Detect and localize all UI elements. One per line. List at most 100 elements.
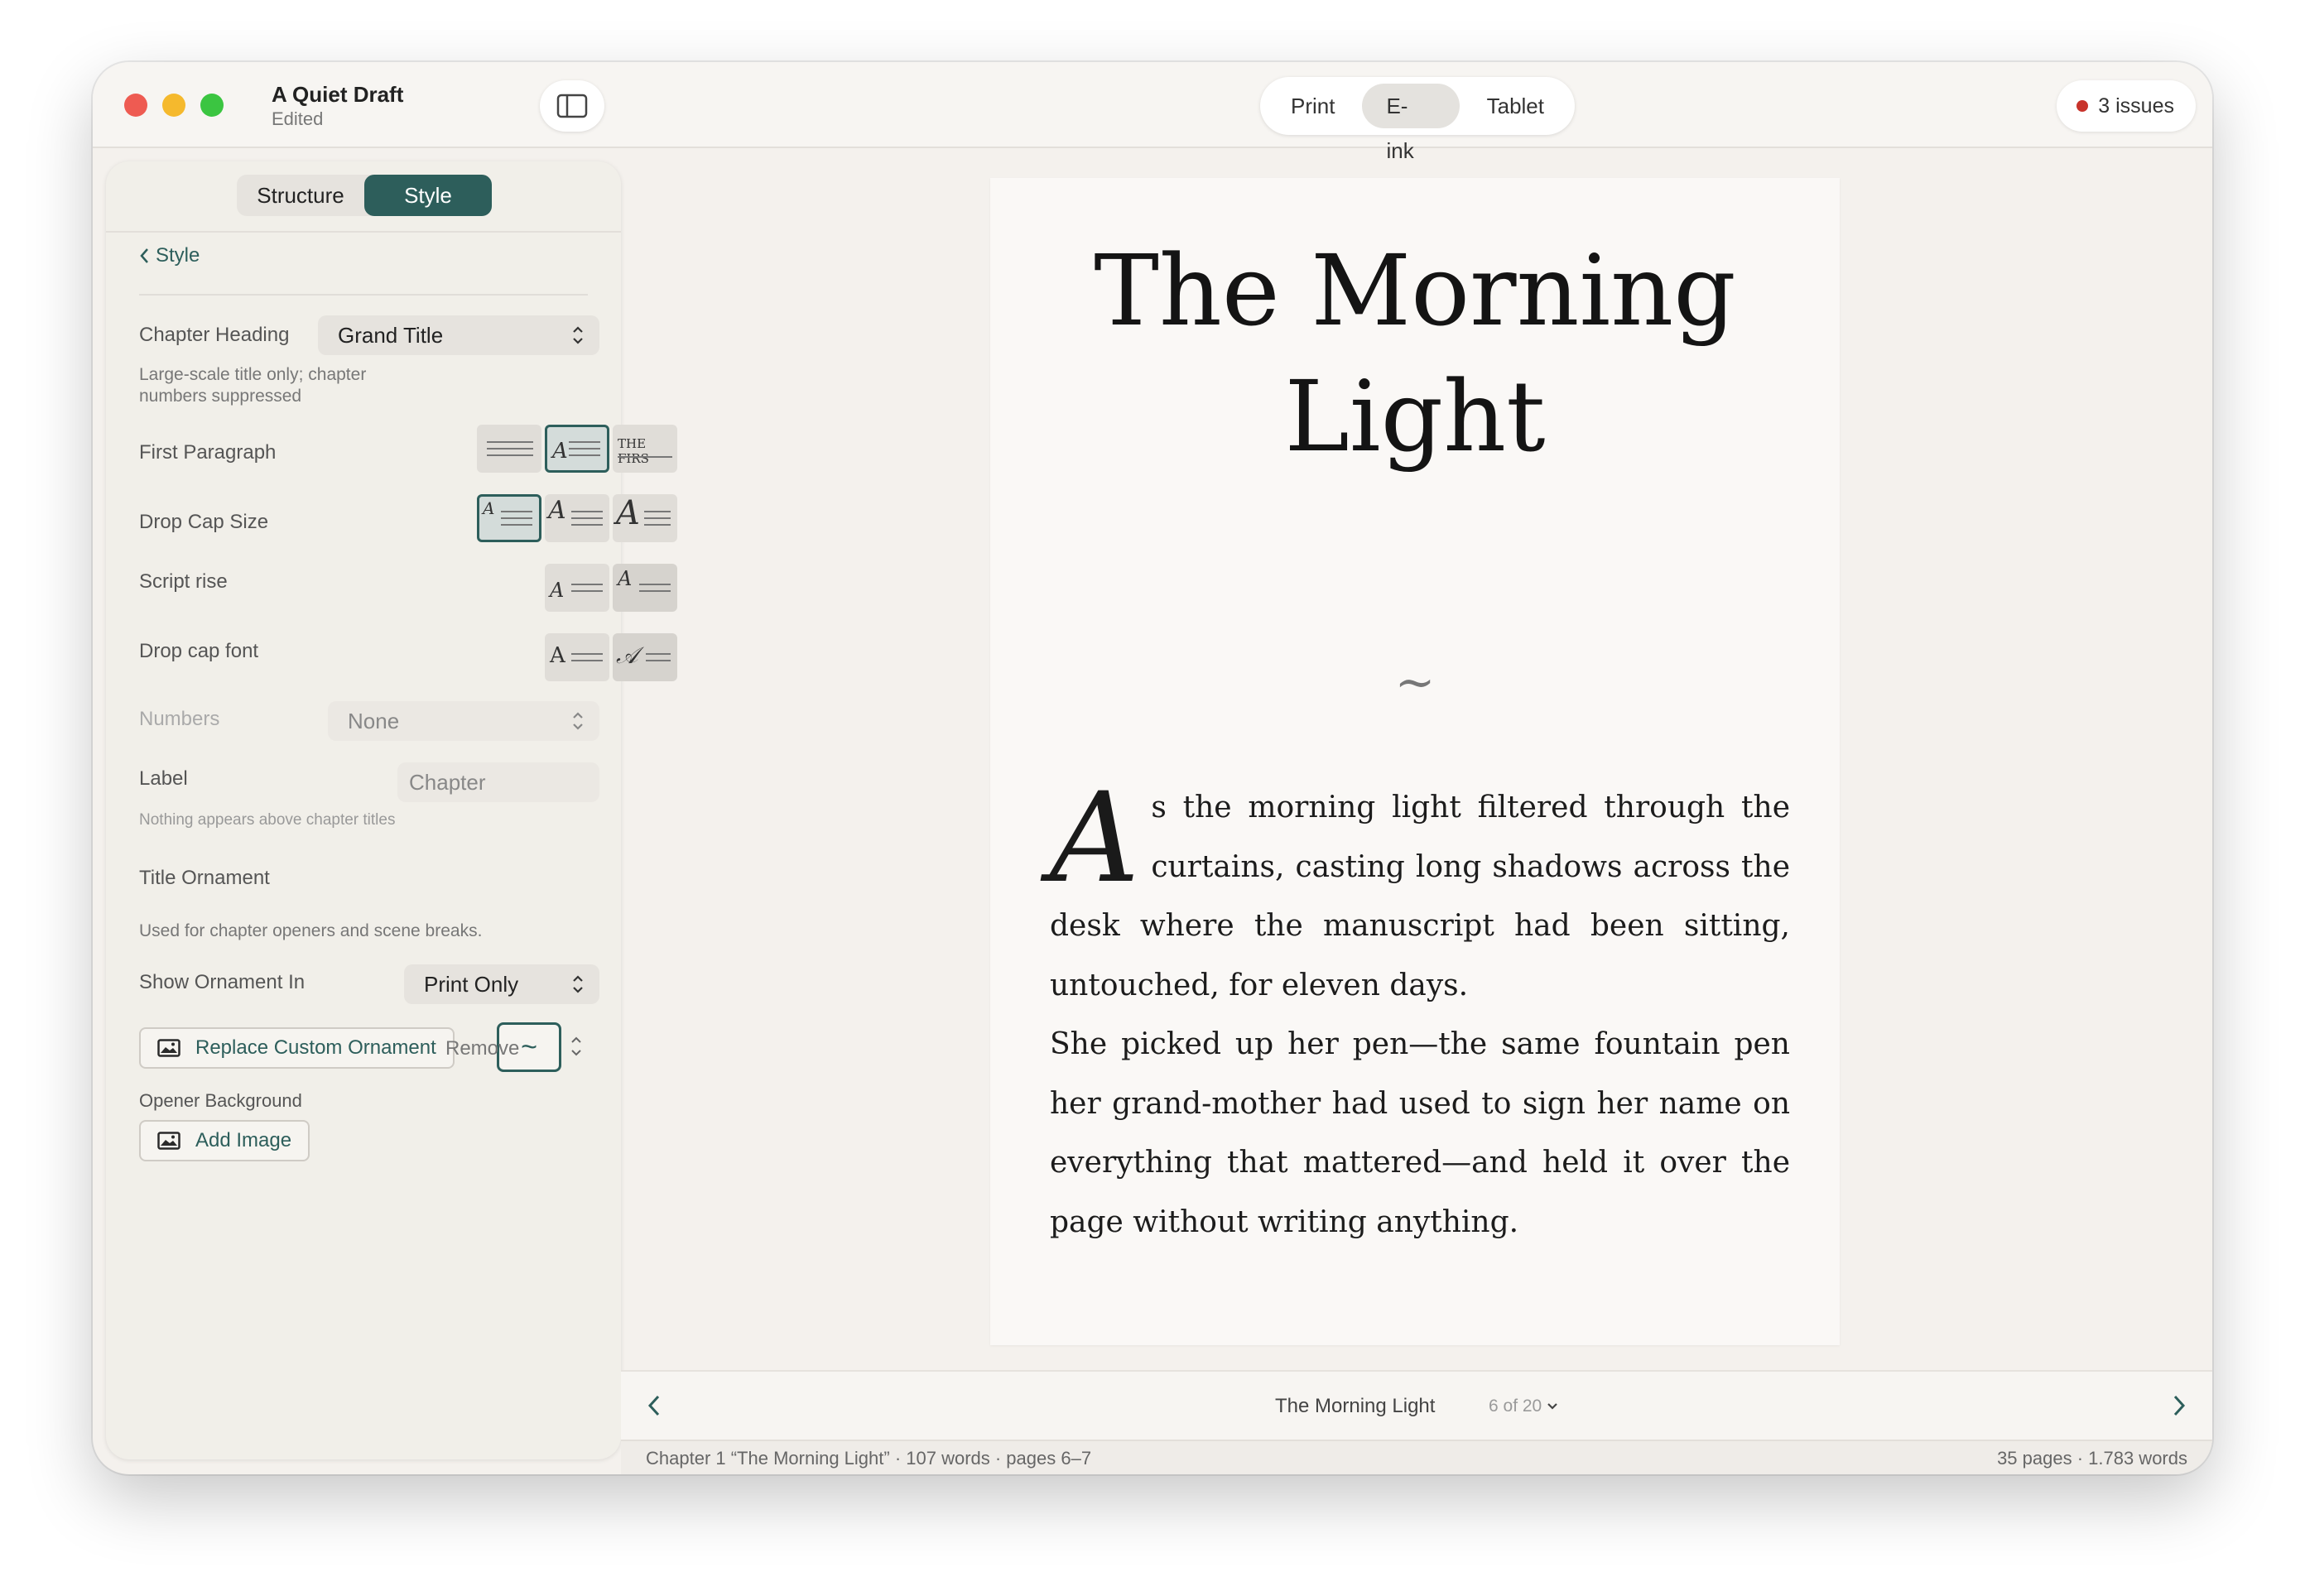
replace-ornament-button[interactable]: Replace Custom Ornament <box>139 1027 455 1069</box>
lines-icon <box>571 648 603 666</box>
chapter-heading-select[interactable]: Grand Title <box>318 315 599 355</box>
line-icon <box>618 456 672 458</box>
smallcaps-sample: THE FIRS <box>618 436 649 466</box>
nav-chapter-title: The Morning Light <box>1275 1395 1436 1417</box>
drop-cap: A <box>1050 767 1140 911</box>
script-rise-label: Script rise <box>139 570 228 593</box>
lines-icon <box>501 506 532 531</box>
remove-ornament-button[interactable]: Remove <box>445 1037 519 1060</box>
paragraph: As the morning light filtered through th… <box>1050 767 1790 1015</box>
close-window-button[interactable] <box>124 94 147 117</box>
paragraph: She picked up her pen—the same fountain … <box>1050 1027 1790 1239</box>
chevron-left-icon <box>140 248 148 263</box>
dropcap-a-icon: A <box>483 498 495 518</box>
script-a-icon: 𝒜 <box>616 642 638 669</box>
zoom-window-button[interactable] <box>200 94 224 117</box>
minimize-window-button[interactable] <box>162 94 185 117</box>
drop-cap-font-label: Drop cap font <box>139 640 259 662</box>
tilde-ornament-icon: ~ <box>521 1031 537 1063</box>
add-image-label: Add Image <box>195 1129 292 1151</box>
script-a-icon: A <box>618 567 633 590</box>
image-icon <box>157 1039 180 1057</box>
drop-cap-size-medium-option[interactable]: A <box>545 494 609 542</box>
mode-eink[interactable]: E-ink <box>1362 84 1460 163</box>
numbers-value: None <box>348 708 400 733</box>
first-paragraph-plain-option[interactable] <box>477 425 541 473</box>
drop-cap-font-script-option[interactable]: 𝒜 <box>613 633 677 681</box>
back-label: Style <box>156 244 200 267</box>
drop-cap-size-large-option[interactable]: A <box>613 494 677 542</box>
page-navigation-bar: The Morning Light 6 of 20 <box>621 1370 2212 1440</box>
chapter-label-input[interactable]: Chapter <box>397 762 599 802</box>
opener-background-label: Opener Background <box>139 1090 302 1111</box>
lines-icon <box>639 579 671 597</box>
replace-ornament-label: Replace Custom Ornament <box>195 1036 436 1059</box>
app-window: A Quiet Draft Edited Print E-ink Tablet … <box>93 62 2212 1474</box>
dropcap-a-icon: A <box>552 439 568 464</box>
mode-tablet[interactable]: Tablet <box>1463 84 1568 128</box>
chevron-down-icon <box>1547 1403 1558 1410</box>
divider <box>139 294 588 296</box>
back-to-style-link[interactable]: Style <box>139 244 200 267</box>
show-ornament-value: Print Only <box>424 971 519 997</box>
tab-style[interactable]: Style <box>364 175 492 216</box>
title-bar: A Quiet Draft Edited Print E-ink Tablet … <box>93 62 2212 163</box>
document-stats: 35 pages · 1.783 words <box>1997 1448 2187 1469</box>
document-title: A Quiet Draft <box>272 82 404 107</box>
style-inspector-panel: Structure Style Style Chapter Heading Gr… <box>106 161 677 1459</box>
dropcap-a-icon: A <box>616 494 640 532</box>
issues-button[interactable]: 3 issues <box>2057 80 2196 132</box>
numbers-label: Numbers <box>139 708 220 730</box>
drop-cap-font-roman-option[interactable]: A <box>545 633 609 681</box>
chevron-left-icon[interactable] <box>646 1393 662 1418</box>
chapter-stats: Chapter 1 “The Morning Light” · 107 word… <box>646 1448 1092 1469</box>
preview-mode-selector: Print E-ink Tablet <box>1260 77 1575 163</box>
ornament-stepper-icon[interactable] <box>570 1034 583 1059</box>
inspector-tabs: Structure Style <box>237 175 492 216</box>
lines-icon <box>487 436 533 461</box>
document-status: Edited <box>272 108 324 129</box>
chapter-heading-help: Large-scale title only; chapter <box>139 365 367 384</box>
drop-cap-size-small-option[interactable]: A <box>477 494 541 542</box>
page-indicator-dropdown[interactable]: 6 of 20 <box>1489 1396 1558 1416</box>
drop-cap-size-label: Drop Cap Size <box>139 511 269 533</box>
image-icon <box>157 1132 180 1150</box>
numbers-select[interactable]: None <box>328 701 599 741</box>
chevron-updown-icon <box>573 712 583 730</box>
chevron-updown-icon <box>573 326 583 344</box>
chapter-body: As the morning light filtered through th… <box>1050 767 1790 1252</box>
title-ornament: ~ <box>1394 654 1436 710</box>
chapter-label-help: Nothing appears above chapter titles <box>139 811 396 829</box>
chevron-right-icon[interactable] <box>2171 1393 2187 1418</box>
first-paragraph-options: A THE FIRS <box>477 425 677 473</box>
chapter-title-line-2: Light <box>1284 359 1546 474</box>
lines-icon <box>571 579 603 597</box>
show-ornament-select[interactable]: Print Only <box>404 964 599 1004</box>
drop-cap-size-options: A A A <box>477 494 677 542</box>
tab-structure[interactable]: Structure <box>237 175 364 216</box>
chapter-title-line-1: The Morning <box>1094 233 1736 348</box>
chapter-heading-help-2: numbers suppressed <box>139 387 302 406</box>
add-image-button[interactable]: Add Image <box>139 1120 310 1161</box>
sidebar-icon <box>556 94 588 118</box>
script-rise-raised-option[interactable]: A <box>613 564 677 612</box>
status-bar: Chapter 1 “The Morning Light” · 107 word… <box>621 1440 2212 1474</box>
mode-print[interactable]: Print <box>1267 84 1359 128</box>
drop-cap-font-options: A 𝒜 <box>545 633 677 681</box>
lines-icon <box>644 506 671 531</box>
script-rise-baseline-option[interactable]: A <box>545 564 609 612</box>
dropcap-a-icon: A <box>548 496 566 525</box>
chapter-label-label: Label <box>139 767 188 790</box>
chevron-updown-icon <box>573 975 583 993</box>
page-preview: The Morning Light ~ As the morning light… <box>990 178 1840 1345</box>
first-paragraph-label: First Paragraph <box>139 441 277 464</box>
first-paragraph-dropcap-option[interactable]: A <box>545 425 609 473</box>
lines-icon <box>571 506 603 531</box>
chapter-heading-value: Grand Title <box>338 322 444 348</box>
sidebar-toggle-button[interactable] <box>540 80 604 132</box>
first-paragraph-smallcaps-option[interactable]: THE FIRS <box>613 425 677 473</box>
issue-dot-icon <box>2076 100 2089 112</box>
divider <box>106 231 621 233</box>
issues-label: 3 issues <box>2098 94 2174 118</box>
page-indicator: 6 of 20 <box>1489 1396 1542 1416</box>
